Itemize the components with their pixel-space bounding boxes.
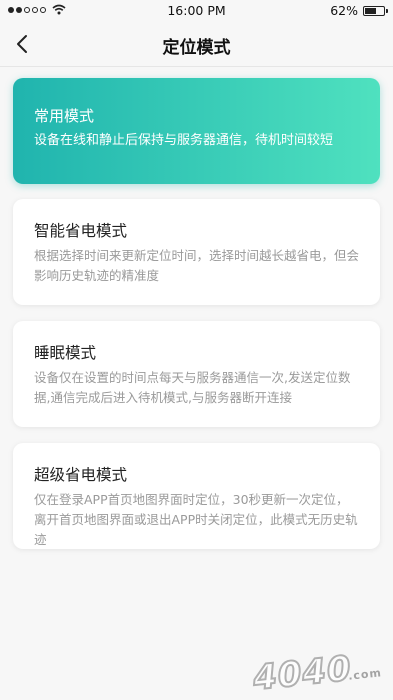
mode-card-normal[interactable]: 常用模式 设备在线和静止后保持与服务器通信，待机时间较短 — [13, 78, 380, 184]
mode-description: 设备在线和静止后保持与服务器通信，待机时间较短 — [34, 133, 334, 148]
mode-card-smart-power-saving[interactable]: 智能省电模式 根据选择时间来更新定位时间，选择时间越长越省电，但会影响历史轨迹的… — [13, 199, 380, 305]
mode-title: 常用模式 — [34, 107, 95, 125]
battery-indicator: 62% — [330, 3, 388, 18]
mode-title: 睡眠模式 — [34, 344, 97, 362]
mode-title: 超级省电模式 — [34, 466, 128, 484]
mode-description: 根据选择时间来更新定位时间，选择时间越长越省电，但会影响历史轨迹的精准度 — [34, 248, 360, 283]
navigation-bar: 定位模式 — [0, 22, 393, 67]
battery-icon — [363, 5, 388, 16]
watermark-text: 4040 — [250, 648, 354, 700]
mode-title: 智能省电模式 — [34, 222, 128, 240]
watermark-suffix: .com — [347, 666, 383, 683]
mode-card-super-power-saving[interactable]: 超级省电模式 仅在登录APP首页地图界面时定位，30秒更新一次定位，离开首页地图… — [13, 443, 380, 549]
mode-description: 仅在登录APP首页地图界面时定位，30秒更新一次定位，离开首页地图界面或退出AP… — [34, 492, 358, 547]
watermark-logo: 4040.com — [250, 645, 383, 700]
page-title: 定位模式 — [162, 38, 231, 58]
mode-card-sleep[interactable]: 睡眠模式 设备仅在设置的时间点每天与服务器通信一次,发送定位数据,通信完成后进入… — [13, 321, 380, 427]
mode-description: 设备仅在设置的时间点每天与服务器通信一次,发送定位数据,通信完成后进入待机模式,… — [34, 370, 351, 405]
status-bar: 16:00 PM 62% — [0, 0, 393, 22]
battery-percent: 62% — [330, 3, 358, 18]
